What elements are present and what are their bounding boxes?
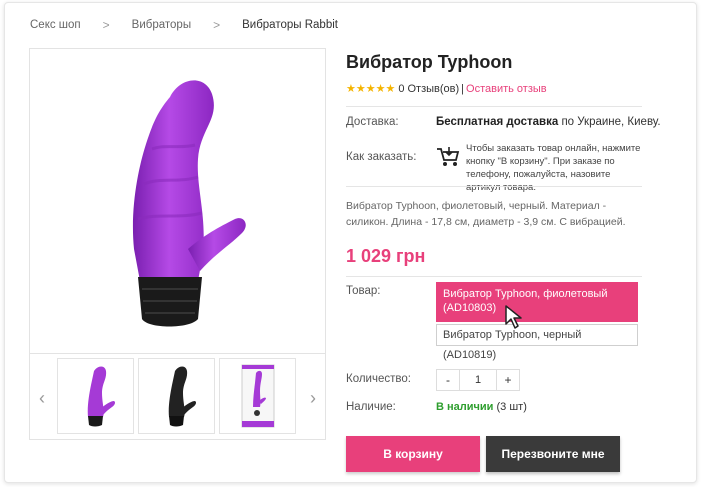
divider xyxy=(346,276,642,277)
thumbnail-purple[interactable] xyxy=(57,358,134,434)
breadcrumb-separator: > xyxy=(213,18,221,32)
variant-option[interactable]: Вибратор Typhoon, черный (AD10819) xyxy=(436,324,638,361)
next-arrow-icon[interactable]: › xyxy=(310,388,316,409)
divider xyxy=(346,106,642,107)
thumbnail-strip: ‹ › xyxy=(30,353,325,439)
breadcrumb-current: Вибраторы Rabbit xyxy=(242,19,338,31)
availability-label: Наличие: xyxy=(346,401,396,413)
thumbnail-black[interactable] xyxy=(138,358,215,434)
variant-option-selected[interactable]: Вибратор Typhoon, фиолетовый (AD10803) xyxy=(436,282,638,322)
product-description: Вибратор Typhoon, фиолетовый, черный. Ма… xyxy=(346,200,626,228)
product-gallery: ‹ › xyxy=(29,48,326,440)
quantity-stepper: - 1 + xyxy=(436,369,520,391)
prev-arrow-icon[interactable]: ‹ xyxy=(39,388,45,409)
divider xyxy=(346,186,642,187)
reviews-count: 0 Отзыв(ов) xyxy=(398,82,460,95)
rating-separator: | xyxy=(461,82,465,95)
stock-count: (3 шт) xyxy=(493,401,527,413)
delivery-free: Бесплатная доставка xyxy=(436,116,559,128)
mouse-pointer-icon xyxy=(504,304,524,335)
quantity-label: Количество: xyxy=(346,373,411,385)
breadcrumb: Секс шоп > Вибраторы > Вибраторы Rabbit xyxy=(30,18,338,32)
callback-button[interactable]: Перезвоните мне xyxy=(486,436,620,472)
thumbnail-boxed[interactable] xyxy=(219,358,296,434)
add-to-cart-button[interactable]: В корзину xyxy=(346,436,480,472)
variant-label: Товар: xyxy=(346,285,381,297)
quantity-input[interactable]: 1 xyxy=(459,370,497,390)
main-product-image[interactable] xyxy=(30,49,325,349)
leave-review-link[interactable]: Оставить отзыв xyxy=(466,83,547,95)
breadcrumb-home[interactable]: Секс шоп xyxy=(30,19,81,31)
quantity-minus-button[interactable]: - xyxy=(437,370,459,390)
cart-icon xyxy=(436,146,460,173)
delivery-area: по Украине, Киеву. xyxy=(558,116,661,128)
product-price: 1 029 грн xyxy=(346,246,426,266)
product-title: Вибратор Typhoon xyxy=(346,52,513,72)
how-to-order-label: Как заказать: xyxy=(346,151,417,163)
breadcrumb-category[interactable]: Вибраторы xyxy=(132,19,191,31)
delivery-value: Бесплатная доставка по Украине, Киеву. xyxy=(436,116,661,128)
availability-value: В наличии (3 шт) xyxy=(436,401,527,413)
breadcrumb-separator: > xyxy=(102,18,110,32)
star-rating-icon: ★★★★★ xyxy=(346,83,396,95)
in-stock-status: В наличии xyxy=(436,401,494,413)
quantity-plus-button[interactable]: + xyxy=(497,370,519,390)
delivery-label: Доставка: xyxy=(346,116,399,128)
rating: ★★★★★ 0 Отзыв(ов) | Оставить отзыв xyxy=(346,82,547,96)
